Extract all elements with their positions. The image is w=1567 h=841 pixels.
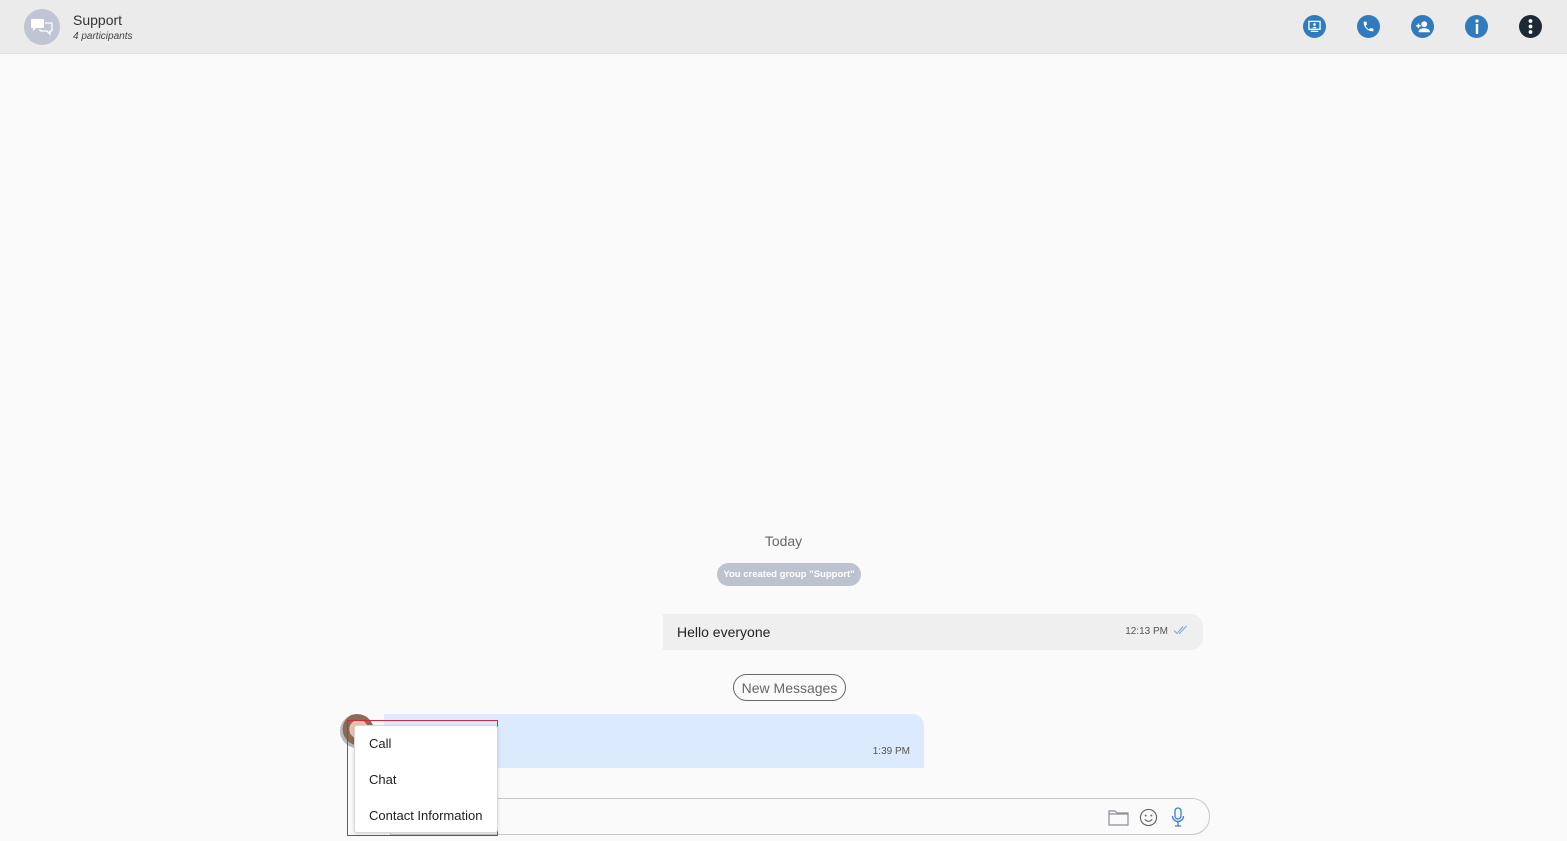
read-receipt-icon [1173, 625, 1187, 635]
participant-count: 4 participants [73, 31, 133, 42]
add-participant-button[interactable] [1411, 15, 1434, 38]
new-messages-divider: New Messages [733, 674, 846, 701]
menu-item-contact-information[interactable]: Contact Information [369, 808, 482, 823]
emoji-button[interactable] [1137, 806, 1159, 828]
call-button[interactable] [1357, 15, 1380, 38]
chat-bubbles-icon [31, 19, 53, 36]
conversation-title: Support [73, 12, 123, 28]
outgoing-message[interactable]: Hello everyone 12:13 PM [663, 614, 1203, 650]
more-vertical-icon [1528, 19, 1533, 34]
voice-message-button[interactable] [1167, 806, 1189, 828]
date-divider: Today [764, 533, 803, 549]
message-text: Hello everyone [677, 624, 771, 640]
message-composer[interactable] [390, 798, 1210, 835]
microphone-icon [1171, 807, 1185, 827]
menu-item-chat[interactable]: Chat [369, 772, 396, 787]
group-avatar[interactable] [24, 9, 60, 45]
more-options-button[interactable] [1519, 15, 1542, 38]
chat-header: Support 4 participants [0, 0, 1567, 54]
emoji-icon [1139, 808, 1157, 826]
message-time: 12:13 PM [1125, 626, 1168, 637]
info-button[interactable] [1465, 15, 1488, 38]
folder-icon [1107, 809, 1129, 826]
phone-icon [1363, 21, 1374, 32]
attach-file-button[interactable] [1107, 806, 1129, 828]
menu-item-call[interactable]: Call [369, 736, 391, 751]
screen-share-button[interactable] [1303, 15, 1326, 38]
add-user-icon [1416, 21, 1430, 33]
system-message: You created group "Support" [717, 563, 861, 586]
message-time: 1:39 PM [872, 746, 910, 757]
screen-share-icon [1308, 20, 1321, 32]
contact-context-menu: Call Chat Contact Information [354, 725, 498, 833]
info-icon [1474, 19, 1479, 34]
